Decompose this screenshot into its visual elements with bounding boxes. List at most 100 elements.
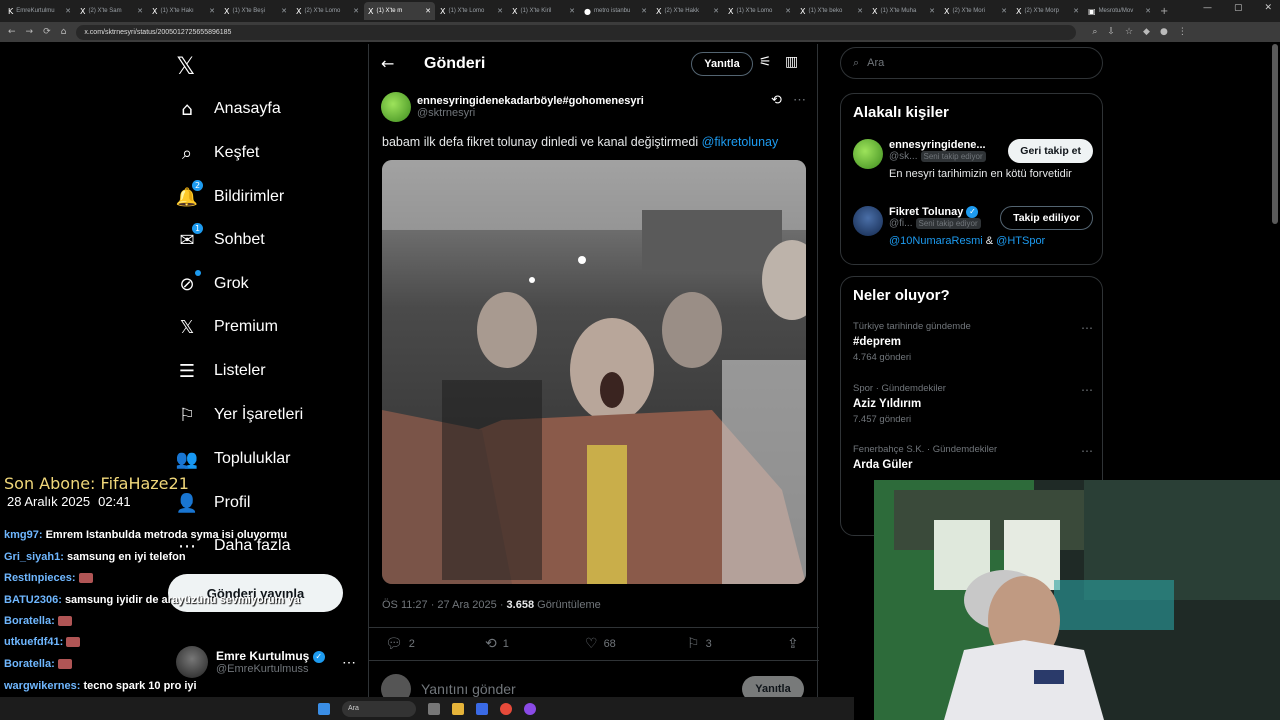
store-icon[interactable] xyxy=(476,702,488,715)
trend-item[interactable]: Spor · Gündemdekiler Aziz Yıldırım 7.457… xyxy=(853,383,1093,425)
nav-item-profile[interactable]: 👤 Profil xyxy=(176,492,251,514)
nav-item-explore[interactable]: ⌕ Keşfet xyxy=(176,142,259,164)
avatar[interactable] xyxy=(381,92,411,122)
reply-header-button[interactable]: Yanıtla xyxy=(691,52,753,76)
back-icon[interactable]: ← xyxy=(8,27,16,37)
tab-close-icon[interactable]: ✕ xyxy=(857,7,863,15)
nav-item-home[interactable]: ⌂ Anasayfa xyxy=(176,98,280,120)
reply-input[interactable]: Yanıtını gönder xyxy=(421,681,516,697)
windows-start-icon[interactable] xyxy=(318,702,330,715)
tab-close-icon[interactable]: ✕ xyxy=(209,7,215,15)
new-tab-icon[interactable]: + xyxy=(1160,6,1168,17)
more-icon[interactable]: ⋯ xyxy=(1081,321,1093,335)
more-icon[interactable]: ⋯ xyxy=(342,654,356,671)
tab-close-icon[interactable]: ✕ xyxy=(1001,7,1007,15)
bookmark-action[interactable]: ⚐ 3 xyxy=(687,636,712,652)
profile-icon[interactable]: ● xyxy=(1160,27,1168,37)
tweet-video[interactable] xyxy=(382,160,806,584)
filter-icon[interactable]: ⚟ xyxy=(759,54,772,70)
tab-close-icon[interactable]: ✕ xyxy=(569,7,575,15)
install-icon[interactable]: ⇩ xyxy=(1107,27,1115,37)
tab-close-icon[interactable]: ✕ xyxy=(497,7,503,15)
browser-tab[interactable]: X (1) X'te Lomo ✕ xyxy=(436,2,507,20)
browser-tab[interactable]: X (1) X'te Lomo ✕ xyxy=(724,2,795,20)
taskbar-search[interactable]: Ara xyxy=(342,700,416,717)
zoom-icon[interactable]: ⌕ xyxy=(1092,27,1097,37)
nav-item-notifications[interactable]: 🔔 2 Bildirimler xyxy=(176,180,284,208)
tab-close-icon[interactable]: ✕ xyxy=(353,7,359,15)
trend-item[interactable]: Türkiye tarihinde gündemde #deprem 4.764… xyxy=(853,321,1093,363)
page-scrollbar[interactable] xyxy=(1272,44,1278,224)
layout-icon[interactable]: ▥ xyxy=(785,54,798,70)
x-logo[interactable]: 𝕏 xyxy=(176,52,195,80)
avatar[interactable] xyxy=(853,206,883,236)
browser-tab[interactable]: X (1) X'te beko ✕ xyxy=(796,2,867,20)
tab-close-icon[interactable]: ✕ xyxy=(1073,7,1079,15)
mention-link[interactable]: @10NumaraResmi xyxy=(889,235,983,247)
tab-close-icon[interactable]: ✕ xyxy=(65,7,71,15)
browser-tab[interactable]: ▣ Mesrotu/Mov ✕ xyxy=(1084,2,1155,20)
minimize-icon[interactable]: — xyxy=(1203,3,1212,13)
browser-tab[interactable]: X (2) X'te Sam ✕ xyxy=(76,2,147,20)
nav-item-premium[interactable]: 𝕏 Premium xyxy=(176,316,278,338)
browser-tab[interactable]: X (2) X'te Morp ✕ xyxy=(1012,2,1083,20)
tab-close-icon[interactable]: ✕ xyxy=(137,7,143,15)
close-window-icon[interactable]: ✕ xyxy=(1264,3,1272,13)
file-explorer-icon[interactable] xyxy=(452,702,464,715)
retweet-action[interactable]: ⟲ 1 xyxy=(485,636,509,652)
browser-tab[interactable]: X (2) X'te Lomo ✕ xyxy=(292,2,363,20)
tab-close-icon[interactable]: ✕ xyxy=(929,7,935,15)
extension-icon[interactable]: ◆ xyxy=(1143,27,1150,37)
author-name[interactable]: ennesyringidenekadarböyle#gohomenesyri xyxy=(417,95,644,107)
menu-icon[interactable]: ⋮ xyxy=(1178,27,1187,37)
more-icon[interactable]: ⋯ xyxy=(793,92,806,108)
account-switcher[interactable]: Emre Kurtulmuş ✓ @EmreKurtulmuss ⋯ xyxy=(176,646,356,678)
browser-tab[interactable]: X (1) X'te Beşi ✕ xyxy=(220,2,291,20)
browser-tab[interactable]: X (2) X'te Mori ✕ xyxy=(940,2,1011,20)
forward-icon[interactable]: → xyxy=(26,27,34,37)
author-handle[interactable]: @sktrnesyri xyxy=(417,107,644,119)
obs-icon[interactable] xyxy=(524,702,536,715)
related-person[interactable]: Fikret Tolunay ✓ @fi... Seni takip ediyor… xyxy=(853,206,1093,247)
following-button[interactable]: Takip ediliyor xyxy=(1000,206,1093,230)
browser-tab[interactable]: X (1) X'te Muha ✕ xyxy=(868,2,939,20)
tweet-timestamp[interactable]: ÖS 11:27 · 27 Ara 2025 · xyxy=(382,599,507,611)
nav-item-grok[interactable]: ⊘ Grok xyxy=(176,270,249,295)
url-field[interactable]: x.com/sktrnesyri/status/2005012725655896… xyxy=(76,24,1077,40)
nav-item-chat[interactable]: ✉ 1 Sohbet xyxy=(176,223,265,251)
more-icon[interactable]: ⋯ xyxy=(1081,444,1093,458)
tab-close-icon[interactable]: ✕ xyxy=(281,7,287,15)
avatar[interactable] xyxy=(853,139,883,169)
browser-tab[interactable]: ● metro istanbu ✕ xyxy=(580,2,651,20)
star-icon[interactable]: ☆ xyxy=(1125,27,1133,37)
back-arrow-icon[interactable]: ← xyxy=(381,54,394,73)
browser-tab[interactable]: X (1) X'te Hakı ✕ xyxy=(148,2,219,20)
share-action[interactable]: ⇪ xyxy=(787,636,799,652)
browser-tab[interactable]: X (1) X'te m ✕ xyxy=(364,2,435,20)
maximize-icon[interactable]: ▢ xyxy=(1234,3,1243,13)
chrome-icon[interactable] xyxy=(500,702,512,715)
more-icon[interactable]: ⋯ xyxy=(1081,383,1093,397)
task-view-icon[interactable] xyxy=(428,702,440,715)
trend-item[interactable]: Fenerbahçe S.K. · Gündemdekiler Arda Gül… xyxy=(853,444,1093,471)
related-person[interactable]: ennesyringidene... @sk... Seni takip ediy… xyxy=(853,139,1093,180)
grok-icon[interactable]: ⟲ xyxy=(771,93,782,108)
tweet-author[interactable]: ennesyringidenekadarböyle#gohomenesyri @… xyxy=(381,92,644,122)
mention-link[interactable]: @fikretolunay xyxy=(702,135,779,149)
reload-icon[interactable]: ⟳ xyxy=(43,27,51,37)
mention-link[interactable]: @HTSpor xyxy=(996,235,1045,247)
follow-back-button[interactable]: Geri takip et xyxy=(1008,139,1093,163)
nav-item-bookmarks[interactable]: ⚐ Yer İşaretleri xyxy=(176,404,303,426)
tab-close-icon[interactable]: ✕ xyxy=(425,7,431,15)
browser-tab[interactable]: X (2) X'te Hakk ✕ xyxy=(652,2,723,20)
browser-tab[interactable]: K EmreKurtulmu ✕ xyxy=(4,2,75,20)
tab-close-icon[interactable]: ✕ xyxy=(1145,7,1151,15)
browser-tab[interactable]: X (1) X'te Kiril ✕ xyxy=(508,2,579,20)
home-icon[interactable]: ⌂ xyxy=(61,27,67,37)
tab-close-icon[interactable]: ✕ xyxy=(785,7,791,15)
search-input[interactable]: ⌕ Ara xyxy=(840,47,1103,79)
tab-close-icon[interactable]: ✕ xyxy=(713,7,719,15)
like-action[interactable]: ♡ 68 xyxy=(585,636,616,652)
reply-action[interactable]: 💬︎ 2 xyxy=(385,636,415,652)
nav-item-communities[interactable]: 👥 Topluluklar xyxy=(176,448,291,470)
